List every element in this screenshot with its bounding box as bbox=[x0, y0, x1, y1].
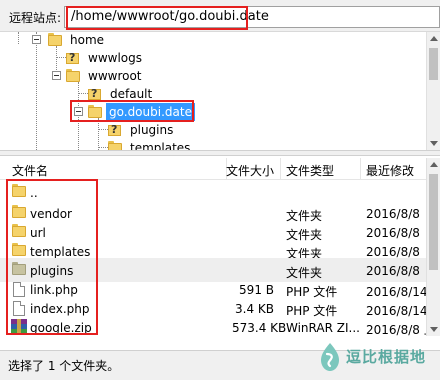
file-modified: 2016/8/8 bbox=[366, 264, 420, 278]
tree-item-home[interactable]: home bbox=[48, 32, 138, 49]
tree-item-label: templates bbox=[130, 141, 191, 150]
folder-icon bbox=[12, 224, 26, 238]
remote-site-bar: 远程站点: /home/wwwroot/go.doubi.date bbox=[0, 0, 440, 32]
file-name: link.php bbox=[30, 283, 78, 297]
file-modified: 2016/8/8 bbox=[366, 207, 420, 221]
unknown-folder-icon: ? bbox=[66, 50, 82, 66]
tree-item-label: plugins bbox=[130, 123, 174, 137]
column-header-modified[interactable]: 最近修改 bbox=[366, 162, 414, 179]
scroll-up-icon[interactable] bbox=[430, 36, 438, 41]
watermark-text: 逗比根据地 bbox=[346, 348, 427, 366]
tree-guide-line bbox=[36, 32, 37, 150]
folder-icon bbox=[12, 262, 26, 276]
tree-item-label: default bbox=[110, 87, 153, 101]
remote-site-label: 远程站点: bbox=[9, 11, 62, 25]
file-name: templates bbox=[30, 245, 91, 259]
panel-splitter[interactable] bbox=[0, 150, 440, 156]
file-list-header: 文件名 文件大小 文件类型 最近修改 bbox=[0, 158, 426, 180]
file-name: vendor bbox=[30, 207, 72, 221]
scroll-down-icon[interactable] bbox=[430, 141, 438, 146]
file-name: google.zip bbox=[30, 321, 92, 335]
folder-icon bbox=[88, 105, 102, 119]
tree-guide-line bbox=[98, 118, 99, 150]
tree-item-go-doubi-date[interactable]: go.doubi.date bbox=[86, 103, 195, 121]
tree-collapse-toggle[interactable] bbox=[74, 107, 83, 116]
tree-collapse-toggle[interactable] bbox=[52, 71, 61, 80]
scroll-up-icon[interactable] bbox=[430, 162, 438, 167]
file-size: 591 B bbox=[239, 283, 274, 297]
file-modified: 2016/8/8 bbox=[366, 245, 420, 259]
tree-guide-line bbox=[98, 147, 108, 148]
tree-item-label: home bbox=[70, 33, 105, 47]
file-name: url bbox=[30, 226, 46, 240]
tree-scrollbar[interactable] bbox=[426, 32, 440, 150]
column-divider bbox=[280, 158, 281, 180]
file-modified: 2016/8/8 上 bbox=[366, 323, 426, 336]
file-type: WinRAR ZI... bbox=[286, 321, 360, 335]
tree-guide-line bbox=[18, 32, 19, 44]
tree-item-wwwroot[interactable]: wwwroot bbox=[66, 67, 166, 85]
file-name: index.php bbox=[30, 302, 90, 316]
file-list: .. vendor 文件夹 2016/8/8 url 文件夹 2016/8/8 … bbox=[0, 180, 426, 336]
column-header-size[interactable]: 文件大小 bbox=[226, 162, 274, 179]
tree-guide-line bbox=[56, 57, 66, 58]
tree-item-plugins[interactable]: ? plugins bbox=[108, 121, 208, 139]
folder-icon bbox=[108, 141, 122, 150]
unknown-folder-icon: ? bbox=[88, 86, 104, 102]
tree-guide-line bbox=[78, 93, 88, 94]
column-divider bbox=[360, 158, 361, 180]
tree-item-templates[interactable]: templates bbox=[108, 139, 208, 150]
unknown-folder-icon: ? bbox=[108, 122, 124, 138]
file-icon bbox=[13, 282, 25, 297]
tree-guide-line bbox=[98, 129, 108, 130]
file-row-google-zip[interactable]: google.zip 573.4 KB WinRAR ZI... 2016/8/… bbox=[0, 315, 426, 336]
watermark-logo-icon bbox=[321, 343, 339, 371]
file-name: .. bbox=[30, 186, 38, 200]
folder-icon bbox=[12, 184, 26, 198]
folder-icon bbox=[66, 69, 80, 83]
status-text: 选择了 1 个文件夹。 bbox=[8, 359, 120, 373]
folder-icon bbox=[12, 205, 26, 219]
file-icon bbox=[13, 301, 25, 316]
file-modified: 2016/8/8 bbox=[366, 226, 420, 240]
scrollbar-thumb[interactable] bbox=[429, 174, 438, 270]
file-name: plugins bbox=[30, 264, 74, 278]
tree-item-label: wwwroot bbox=[88, 69, 142, 83]
scroll-down-icon[interactable] bbox=[430, 327, 438, 332]
file-size: 573.4 KB bbox=[232, 321, 287, 335]
tree-collapse-toggle[interactable] bbox=[32, 35, 41, 44]
remote-path-input[interactable]: /home/wwwroot/go.doubi.date bbox=[64, 6, 440, 28]
scrollbar-thumb[interactable] bbox=[429, 48, 438, 80]
column-header-name[interactable]: 文件名 bbox=[12, 162, 48, 179]
file-size: 3.4 KB bbox=[235, 302, 274, 316]
tree-item-label: wwwlogs bbox=[88, 51, 142, 65]
folder-icon bbox=[12, 243, 26, 257]
tree-item-label-selected: go.doubi.date bbox=[106, 103, 195, 121]
tree-item-wwwlogs[interactable]: ? wwwlogs bbox=[66, 49, 166, 67]
winrar-archive-icon bbox=[11, 319, 27, 335]
directory-tree: home ? wwwlogs wwwroot ? default go.doub… bbox=[0, 32, 440, 150]
tree-item-default[interactable]: ? default bbox=[88, 85, 188, 103]
column-header-type[interactable]: 文件类型 bbox=[286, 162, 334, 179]
folder-icon bbox=[48, 33, 62, 47]
file-list-scrollbar[interactable] bbox=[426, 158, 440, 336]
watermark: 逗比根据地 bbox=[318, 340, 438, 374]
